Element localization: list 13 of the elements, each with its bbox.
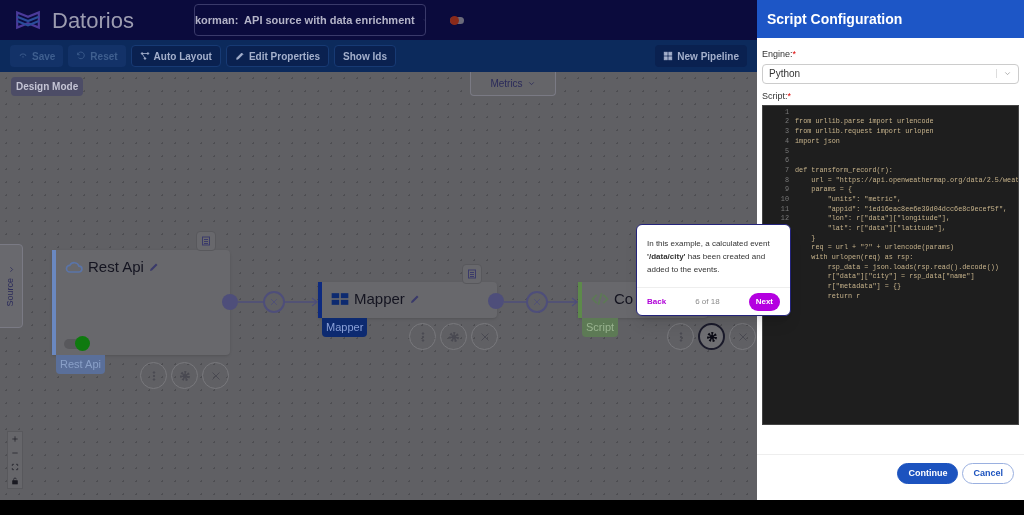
step-counter: 6 of 18 <box>694 295 721 308</box>
node-title: Rest Api <box>88 257 144 277</box>
tour-text: In this example, a calculated event '/data/city' has been created and added to the events. <box>646 238 771 276</box>
node-title: Co <box>614 289 634 309</box>
field-label: Script: <box>762 89 788 103</box>
node-tag: Script <box>582 318 619 337</box>
node-tag: Mapper <box>322 318 368 337</box>
node-title: Mapper <box>354 289 405 309</box>
mode-badge: Design Mode <box>11 77 84 96</box>
panel-title: Script Configuration <box>757 0 1024 38</box>
required-mark: * <box>792 48 797 61</box>
logo-text: Datorios <box>52 6 134 35</box>
field-label: Engine: <box>762 48 793 61</box>
